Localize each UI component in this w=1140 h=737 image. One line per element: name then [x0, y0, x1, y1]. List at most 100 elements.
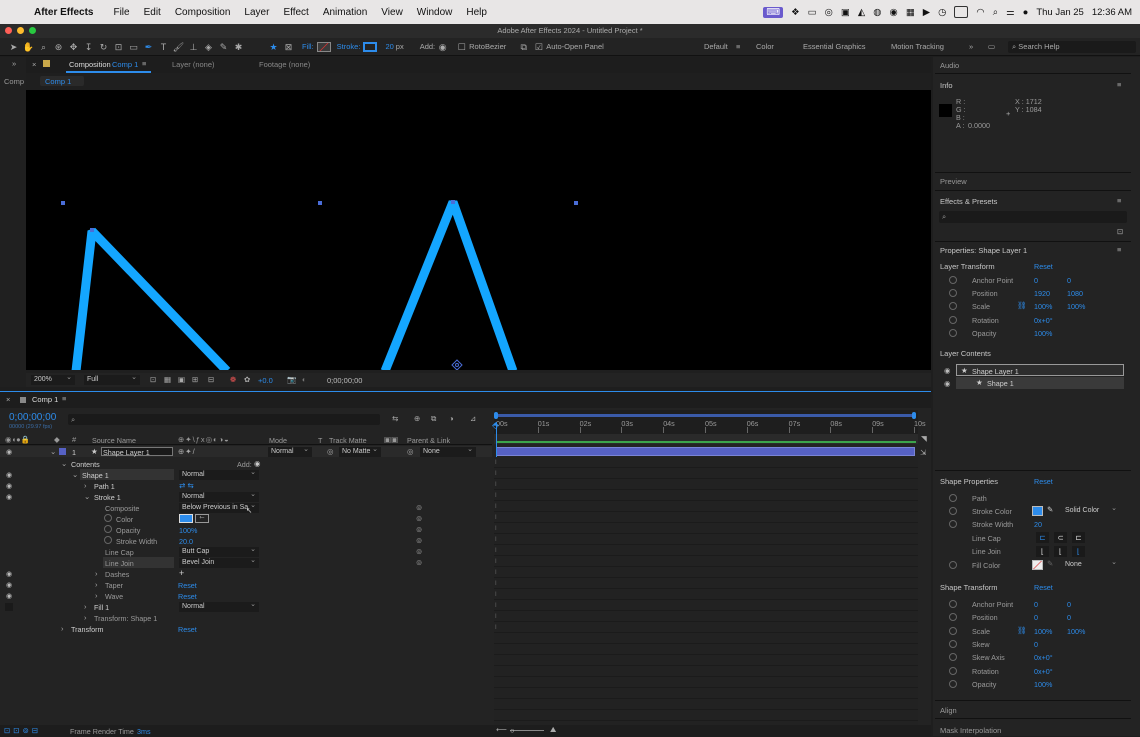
- sp-stroke-width-value[interactable]: 20: [1034, 520, 1042, 529]
- workspace-color[interactable]: Color: [756, 38, 774, 56]
- shape-transform-value[interactable]: 0: [1034, 613, 1038, 622]
- layer-transform-value-2[interactable]: 100%: [1067, 302, 1085, 311]
- matte-pickwhip-icon[interactable]: ◎: [327, 447, 334, 456]
- sp-stroke-color-swatch[interactable]: [1032, 506, 1043, 516]
- stroke-width-value[interactable]: 20.0: [179, 537, 193, 546]
- stroke-1-eye-icon[interactable]: ◉: [5, 493, 13, 501]
- siri-icon[interactable]: ●: [1023, 7, 1029, 18]
- menu-help[interactable]: Help: [466, 7, 487, 18]
- snapping-icon[interactable]: ⊠: [281, 40, 296, 54]
- menu-effect[interactable]: Effect: [283, 7, 308, 18]
- shape-1-row[interactable]: ◉ ⌄ Shape 1 Normal: [0, 468, 492, 480]
- draft-3d-icon[interactable]: ⊕: [414, 414, 420, 423]
- workspace-default[interactable]: Default: [704, 38, 728, 56]
- pan-tool-icon[interactable]: ✥: [66, 40, 81, 54]
- constrain-proportions-icon[interactable]: ⛓: [1017, 301, 1027, 310]
- line-join-expression-icon[interactable]: ⊚: [416, 558, 422, 567]
- layer-transform-value-2[interactable]: 0: [1067, 276, 1071, 285]
- color-stopwatch-icon[interactable]: [104, 514, 112, 522]
- color-expression-icon[interactable]: ⊚: [416, 514, 422, 523]
- fill-1-mode-dropdown[interactable]: Normal: [179, 600, 259, 612]
- pan-behind-tool-icon[interactable]: ⊡: [111, 40, 126, 54]
- frame-blending-icon[interactable]: ◑: [449, 414, 454, 423]
- zoom-out-icon[interactable]: ⟵: [496, 725, 507, 734]
- brush-tool-icon[interactable]: 🖌: [171, 40, 186, 54]
- menu-layer[interactable]: Layer: [244, 7, 269, 18]
- menu-view[interactable]: View: [381, 7, 403, 18]
- hand-tool-icon[interactable]: ✋: [21, 40, 36, 54]
- layer-name[interactable]: Shape Layer 1: [103, 448, 150, 457]
- workspace-menu-icon[interactable]: ≡: [736, 38, 740, 56]
- parent-pickwhip-icon[interactable]: ◎: [407, 447, 414, 456]
- expand-dashes-icon[interactable]: ›: [95, 569, 98, 578]
- roto-brush-tool-icon[interactable]: ✎: [216, 40, 231, 54]
- wave-row[interactable]: ◉ › Wave Reset: [0, 590, 492, 601]
- constrain-proportions-icon[interactable]: ⛓: [1017, 626, 1027, 635]
- clock-icon[interactable]: ◷: [938, 7, 946, 18]
- shape-transform-value[interactable]: 100%: [1034, 627, 1052, 636]
- fill-1-row[interactable]: › Fill 1 Normal: [0, 600, 492, 612]
- fill-swatch[interactable]: [316, 41, 331, 52]
- stroke-width-right-stopwatch-icon[interactable]: [949, 520, 957, 528]
- sp-eyedropper-icon[interactable]: ✎: [1047, 505, 1053, 514]
- transform-shape-1-row[interactable]: › Transform: Shape 1: [0, 612, 492, 623]
- transform-reset-link[interactable]: Reset: [178, 625, 197, 634]
- expand-fill-1-icon[interactable]: ›: [84, 602, 87, 611]
- sp-stroke-type-dropdown[interactable]: Solid Color: [1062, 504, 1120, 516]
- menubar-time[interactable]: 12:36 AM: [1092, 7, 1132, 18]
- clone-stamp-tool-icon[interactable]: ⊥: [186, 40, 201, 54]
- line-cap-expression-icon[interactable]: ⊚: [416, 547, 422, 556]
- shape-transform-stopwatch-icon[interactable]: [949, 626, 957, 635]
- add-menu-icon[interactable]: ◉: [435, 40, 450, 54]
- dashes-eye-icon[interactable]: ◉: [5, 570, 13, 578]
- opacity-expression-icon[interactable]: ⊚: [416, 525, 422, 534]
- round-join-button[interactable]: ⌊: [1054, 546, 1067, 557]
- layer-transform-reset[interactable]: Reset: [1034, 262, 1053, 271]
- menu-file[interactable]: File: [113, 7, 129, 18]
- sync-icon[interactable]: ◉: [890, 7, 898, 18]
- viewer-timecode[interactable]: 0;00;00;00: [327, 376, 362, 385]
- sp-fill-color-swatch[interactable]: [1032, 560, 1043, 570]
- layer-switches-icons[interactable]: ⊕✦/: [178, 447, 196, 456]
- time-ruler[interactable]: 00s 01s 02s 03s 04s 05s 06s 07s 08s 09s 10s: [494, 410, 926, 434]
- puppet-tool-icon[interactable]: ✱: [231, 40, 246, 54]
- visibility-eye-icon[interactable]: ◉: [5, 448, 13, 456]
- workspace-essential-graphics[interactable]: Essential Graphics: [803, 38, 866, 56]
- coin-icon[interactable]: ◍: [873, 7, 881, 18]
- comment-icon[interactable]: ⇲: [920, 448, 926, 457]
- add-dash-button[interactable]: +: [179, 568, 184, 578]
- menubar-date[interactable]: Thu Jan 25: [1036, 7, 1084, 18]
- show-snapshot-icon[interactable]: ◐: [302, 375, 307, 384]
- work-area-end-handle[interactable]: [912, 412, 916, 419]
- zoom-dropdown[interactable]: 200%: [31, 373, 75, 385]
- rotation-tool-icon[interactable]: ↻: [96, 40, 111, 54]
- wave-reset-link[interactable]: Reset: [178, 592, 197, 601]
- sp-fill-eyedropper-icon[interactable]: ✎: [1047, 559, 1053, 568]
- guides-icon[interactable]: ⊞: [192, 375, 198, 384]
- round-cap-button[interactable]: ⊂: [1054, 532, 1067, 543]
- layer-row-shape-layer-1[interactable]: ◉ ⌄ 1 ★ Shape Layer 1 ⊕✦/ Normal ◎ No Ma…: [0, 445, 492, 457]
- stroke-width-row[interactable]: Stroke Width 20.0 ⊚: [0, 535, 492, 546]
- butt-cap-button[interactable]: ⊏: [1036, 532, 1049, 543]
- path-1-eye-icon[interactable]: ◉: [5, 482, 13, 490]
- shape-transform-value-2[interactable]: 0: [1067, 613, 1071, 622]
- taper-reset-link[interactable]: Reset: [178, 581, 197, 590]
- stroke-width-expression-icon[interactable]: ⊚: [416, 536, 422, 545]
- shape-transform-stopwatch-icon[interactable]: [949, 639, 957, 648]
- timeline-tab-label[interactable]: Comp 1: [32, 395, 58, 404]
- color-row[interactable]: Color ⇽ ⊚: [0, 513, 492, 524]
- comp-viewer[interactable]: [26, 90, 931, 370]
- search-icon[interactable]: ⌕: [993, 7, 998, 18]
- info-menu-icon[interactable]: ≡: [1117, 80, 1121, 89]
- expand-path-1-icon[interactable]: ›: [84, 481, 87, 490]
- timeline-tab-menu-icon[interactable]: ≡: [62, 394, 66, 403]
- layer-contents-eye-icon-2[interactable]: ◉: [944, 379, 951, 388]
- taper-row[interactable]: ◉ › Taper Reset: [0, 579, 492, 590]
- menu-edit[interactable]: Edit: [144, 7, 161, 18]
- timeline-zoom-thumb[interactable]: ○: [510, 726, 515, 735]
- transform-row[interactable]: › Transform Reset: [0, 623, 492, 634]
- rectangle-tool-icon[interactable]: ▭: [126, 40, 141, 54]
- shape-transform-value[interactable]: 0: [1034, 600, 1038, 609]
- expand-contents-icon[interactable]: ⌄: [61, 459, 67, 468]
- new-folder-icon[interactable]: ⊡: [1117, 227, 1123, 236]
